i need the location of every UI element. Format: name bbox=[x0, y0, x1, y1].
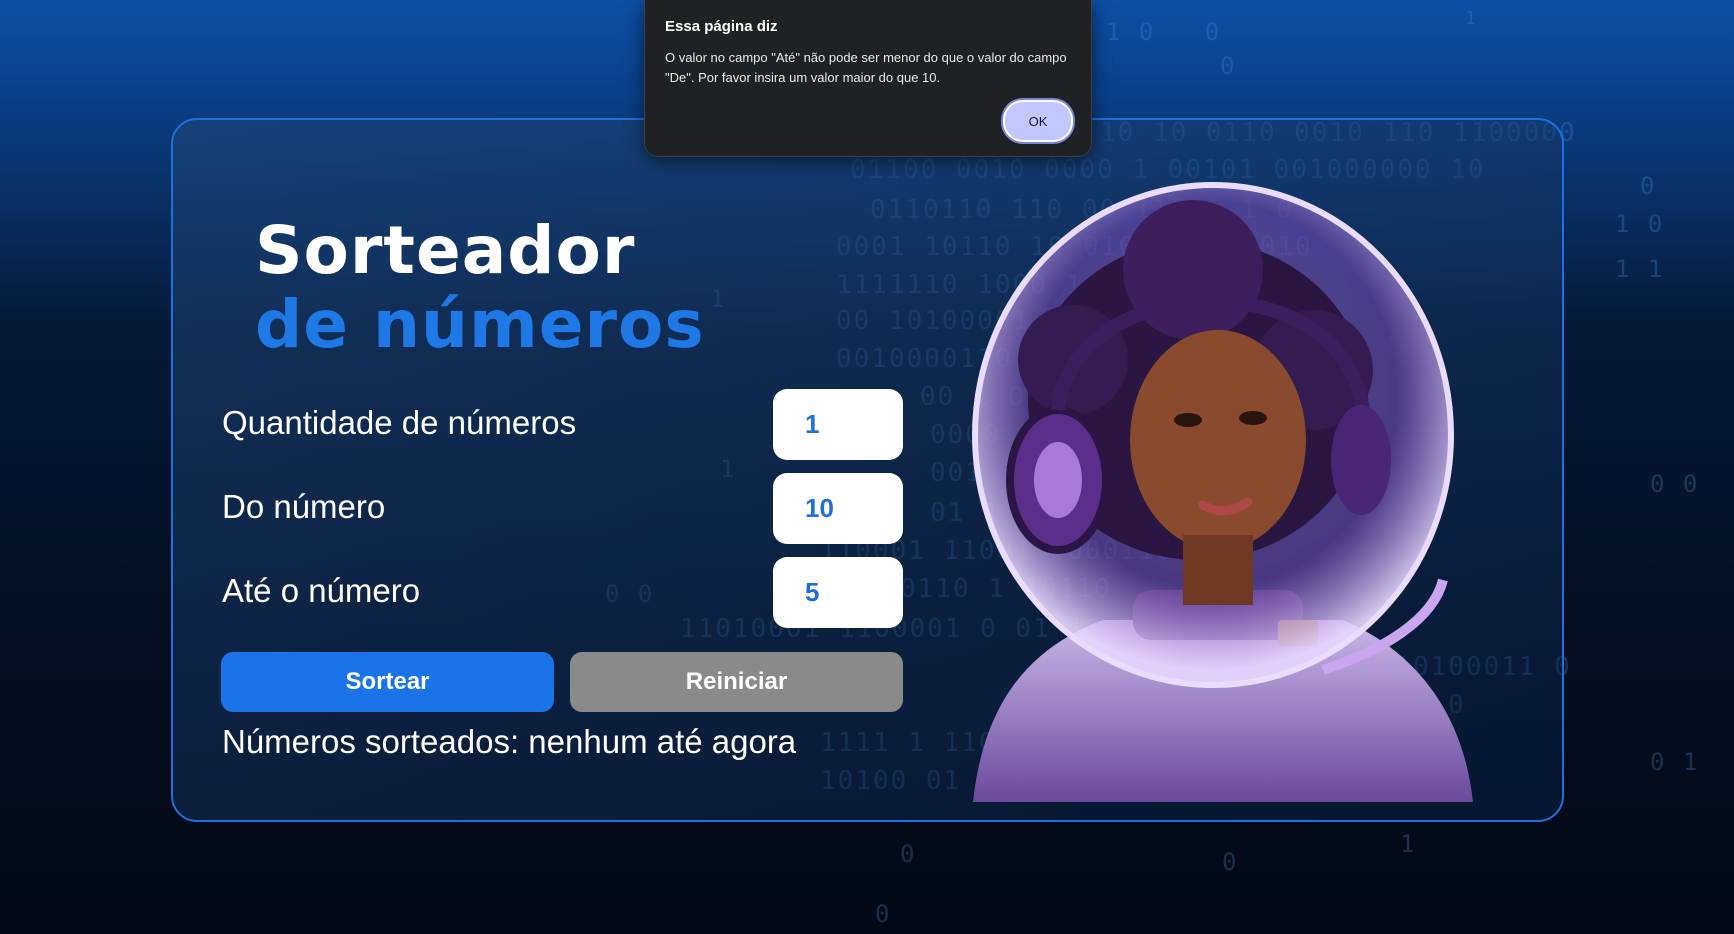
to-number-input[interactable] bbox=[773, 557, 903, 628]
from-number-label: Do número bbox=[222, 488, 386, 525]
quantity-input[interactable] bbox=[773, 389, 903, 460]
alert-dialog: Essa página diz O valor no campo "Até" n… bbox=[644, 0, 1092, 157]
main-card: Sorteador de números Quantidade de númer… bbox=[171, 118, 1564, 822]
to-number-label: Até o número bbox=[222, 572, 421, 609]
draw-button[interactable]: Sortear bbox=[221, 652, 554, 712]
result-text: Números sorteados: nenhum até agora bbox=[222, 723, 797, 760]
quantity-label: Quantidade de números bbox=[222, 404, 577, 441]
dialog-message: O valor no campo "Até" não pode ser meno… bbox=[665, 50, 1067, 85]
from-number-input[interactable] bbox=[773, 473, 903, 544]
astronaut-illustration bbox=[972, 182, 1473, 802]
dialog-ok-button[interactable]: OK bbox=[1003, 100, 1073, 142]
app-title-line2: de números bbox=[255, 286, 705, 363]
dialog-title: Essa página diz bbox=[665, 18, 778, 35]
reset-button[interactable]: Reiniciar bbox=[570, 652, 903, 712]
app-title-line1: Sorteador bbox=[255, 212, 636, 289]
